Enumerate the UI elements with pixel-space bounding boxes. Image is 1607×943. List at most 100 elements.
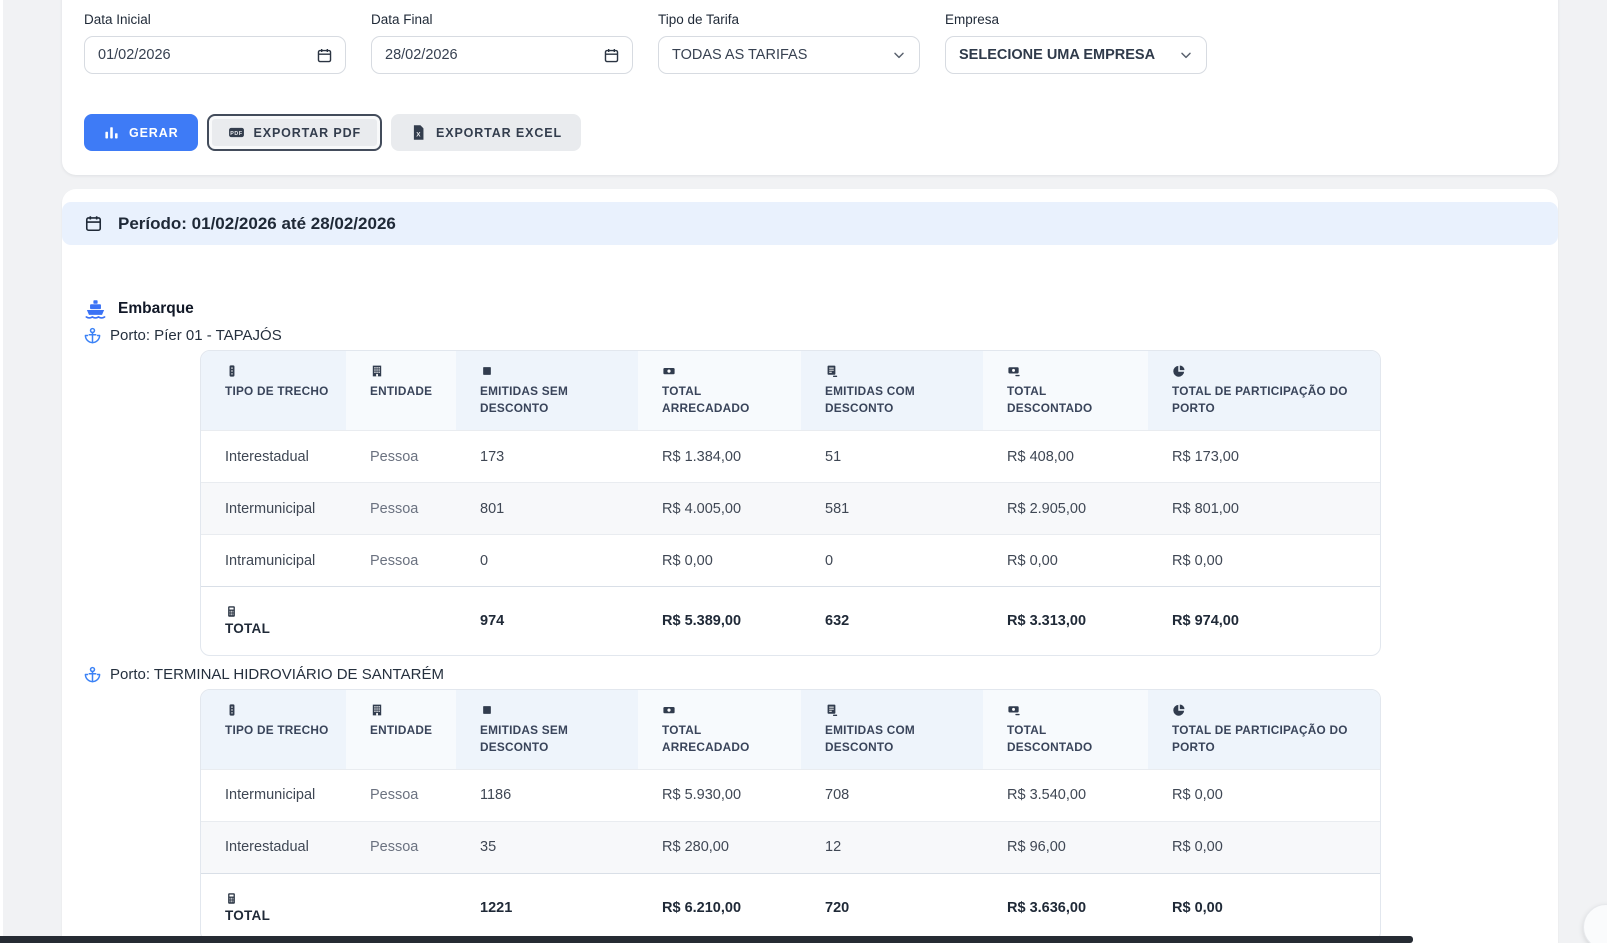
column-header-label: TOTAL DESCONTADO	[1007, 723, 1092, 754]
tipo-de-tarifa-label: Tipo de Tarifa	[658, 12, 920, 27]
table-cell: R$ 0,00	[1148, 821, 1381, 873]
gerar-button-label: GERAR	[129, 126, 179, 140]
calendar-icon	[603, 47, 620, 64]
table-cell: 12	[801, 821, 983, 873]
receipt-icon	[825, 364, 839, 378]
calendar-icon	[84, 214, 103, 233]
port-table: TIPO DE TRECHOENTIDADEEMITIDAS SEM DESCO…	[200, 350, 1381, 656]
table-cell: 0	[801, 535, 983, 587]
table-row: IntermunicipalPessoa801R$ 4.005,00581R$ …	[201, 483, 1381, 535]
column-header: TOTAL ARRECADADO	[638, 351, 801, 431]
gerar-button[interactable]: GERAR	[84, 114, 198, 151]
report-body: Embarque Porto: Píer 01 - TAPAJÓS TIPO DE…	[62, 297, 1558, 942]
total-label-cell: TOTAL	[201, 587, 346, 655]
total-row: TOTAL974R$ 5.389,00632R$ 3.313,00R$ 974,…	[201, 587, 1381, 655]
table-cell: R$ 173,00	[1148, 431, 1381, 483]
empresa-select[interactable]: SELECIONE UMA EMPRESA	[945, 36, 1207, 74]
svg-text:PDF: PDF	[230, 131, 243, 137]
main-content: Data Inicial 01/02/2026 Data Final28/02/20…	[62, 0, 1558, 943]
data-final-value: 28/02/2026	[385, 47, 458, 63]
pdf-icon: PDF	[228, 124, 245, 141]
column-header: EMITIDAS COM DESCONTO	[801, 351, 983, 431]
calculator-icon	[225, 605, 238, 618]
column-header: TOTAL DE PARTICIPAÇÃO DO PORTO	[1148, 351, 1381, 431]
column-header: TIPO DE TRECHO	[201, 690, 346, 770]
total-value-cell: R$ 5.389,00	[638, 587, 801, 655]
column-header-label: TIPO DE TRECHO	[225, 723, 329, 737]
exportar-pdf-button[interactable]: PDF EXPORTAR PDF	[207, 114, 383, 151]
table-cell: Pessoa	[346, 431, 456, 483]
column-header: TIPO DE TRECHO	[201, 351, 346, 431]
empresa-label: Empresa	[945, 12, 1207, 27]
table-cell: R$ 0,00	[983, 535, 1148, 587]
table-cell: R$ 2.905,00	[983, 483, 1148, 535]
field-tipo-de-tarifa: Tipo de Tarifa TODAS AS TARIFAS	[658, 12, 920, 74]
scroll-top-button[interactable]	[1583, 904, 1607, 943]
ship-icon	[84, 297, 107, 320]
building-icon	[370, 364, 384, 378]
column-header: ENTIDADE	[346, 351, 456, 431]
column-header-label: TOTAL DESCONTADO	[1007, 384, 1092, 415]
chevron-down-icon	[891, 47, 907, 63]
pie-chart-icon	[1172, 364, 1186, 378]
excel-icon: X	[410, 124, 427, 141]
field-data-inicial: Data Inicial 01/02/2026	[84, 12, 346, 74]
port-title-text: Porto: TERMINAL HIDROVIÁRIO DE SANTARÉM	[110, 666, 444, 683]
table-cell: Interestadual	[201, 431, 346, 483]
total-value-cell: R$ 974,00	[1148, 587, 1381, 655]
data-inicial-label: Data Inicial	[84, 12, 346, 27]
data-inicial-value: 01/02/2026	[98, 47, 171, 63]
action-buttons: GERAR PDF EXPORTAR PDF X EXPORTAR EXCEL	[84, 114, 1536, 151]
field-data-final: Data Final28/02/2026	[371, 12, 633, 74]
bar-chart-icon	[103, 124, 120, 141]
horizontal-scrollbar[interactable]	[0, 936, 1413, 943]
route-icon	[225, 703, 239, 717]
total-value-cell: R$ 3.636,00	[983, 873, 1148, 941]
calculator-icon	[225, 892, 238, 905]
column-header-label: EMITIDAS COM DESCONTO	[825, 384, 915, 415]
column-header: EMITIDAS SEM DESCONTO	[456, 690, 638, 770]
table-cell: 35	[456, 821, 638, 873]
section-title: Embarque	[118, 300, 194, 318]
total-label-cell: TOTAL	[201, 873, 346, 941]
table-cell: 801	[456, 483, 638, 535]
column-header-label: EMITIDAS COM DESCONTO	[825, 723, 915, 754]
column-header: TOTAL DESCONTADO	[983, 690, 1148, 770]
table-cell: R$ 1.384,00	[638, 431, 801, 483]
table-cell: Pessoa	[346, 483, 456, 535]
table-cell: Intermunicipal	[201, 483, 346, 535]
table-row: InterestadualPessoa35R$ 280,0012R$ 96,00…	[201, 821, 1381, 873]
ticket-icon	[480, 364, 494, 378]
svg-text:X: X	[416, 132, 421, 139]
period-text: Período: 01/02/2026 até 28/02/2026	[118, 214, 396, 234]
table-cell: Intermunicipal	[201, 769, 346, 821]
banknote-minus-icon	[1007, 364, 1021, 378]
table-cell: 0	[456, 535, 638, 587]
column-header-label: ENTIDADE	[370, 384, 432, 398]
table-row: IntermunicipalPessoa1186R$ 5.930,00708R$…	[201, 769, 1381, 821]
data-final-date-input[interactable]: 28/02/2026	[371, 36, 633, 74]
table-cell: R$ 96,00	[983, 821, 1148, 873]
column-header: TOTAL ARRECADADO	[638, 690, 801, 770]
data-inicial-date-input[interactable]: 01/02/2026	[84, 36, 346, 74]
exportar-excel-button[interactable]: X EXPORTAR EXCEL	[391, 114, 581, 151]
total-value-cell: 720	[801, 873, 983, 941]
report-card: Período: 01/02/2026 até 28/02/2026 Embar…	[62, 189, 1558, 943]
column-header-label: ENTIDADE	[370, 723, 432, 737]
table-cell: R$ 0,00	[638, 535, 801, 587]
column-header-label: TOTAL DE PARTICIPAÇÃO DO PORTO	[1172, 723, 1348, 754]
port-table: TIPO DE TRECHO ENTIDADE EMITIDAS SEM DESCO…	[200, 689, 1381, 943]
exportar-pdf-label: EXPORTAR PDF	[254, 126, 362, 140]
port-title: Porto: Píer 01 - TAPAJÓS	[84, 327, 1536, 344]
port-title: Porto: TERMINAL HIDROVIÁRIO DE SANTARÉM	[84, 666, 1536, 683]
table-cell: 1186	[456, 769, 638, 821]
column-header: EMITIDAS COM DESCONTO	[801, 690, 983, 770]
receipt-icon	[825, 703, 839, 717]
tipo-de-tarifa-select[interactable]: TODAS AS TARIFAS	[658, 36, 920, 74]
table-cell: R$ 0,00	[1148, 535, 1381, 587]
left-edge	[0, 0, 3, 943]
table-cell: 51	[801, 431, 983, 483]
table-row: IntramunicipalPessoa0R$ 0,000R$ 0,00R$ 0…	[201, 535, 1381, 587]
total-value-cell: R$ 6.210,00	[638, 873, 801, 941]
banknote-icon	[662, 703, 676, 717]
